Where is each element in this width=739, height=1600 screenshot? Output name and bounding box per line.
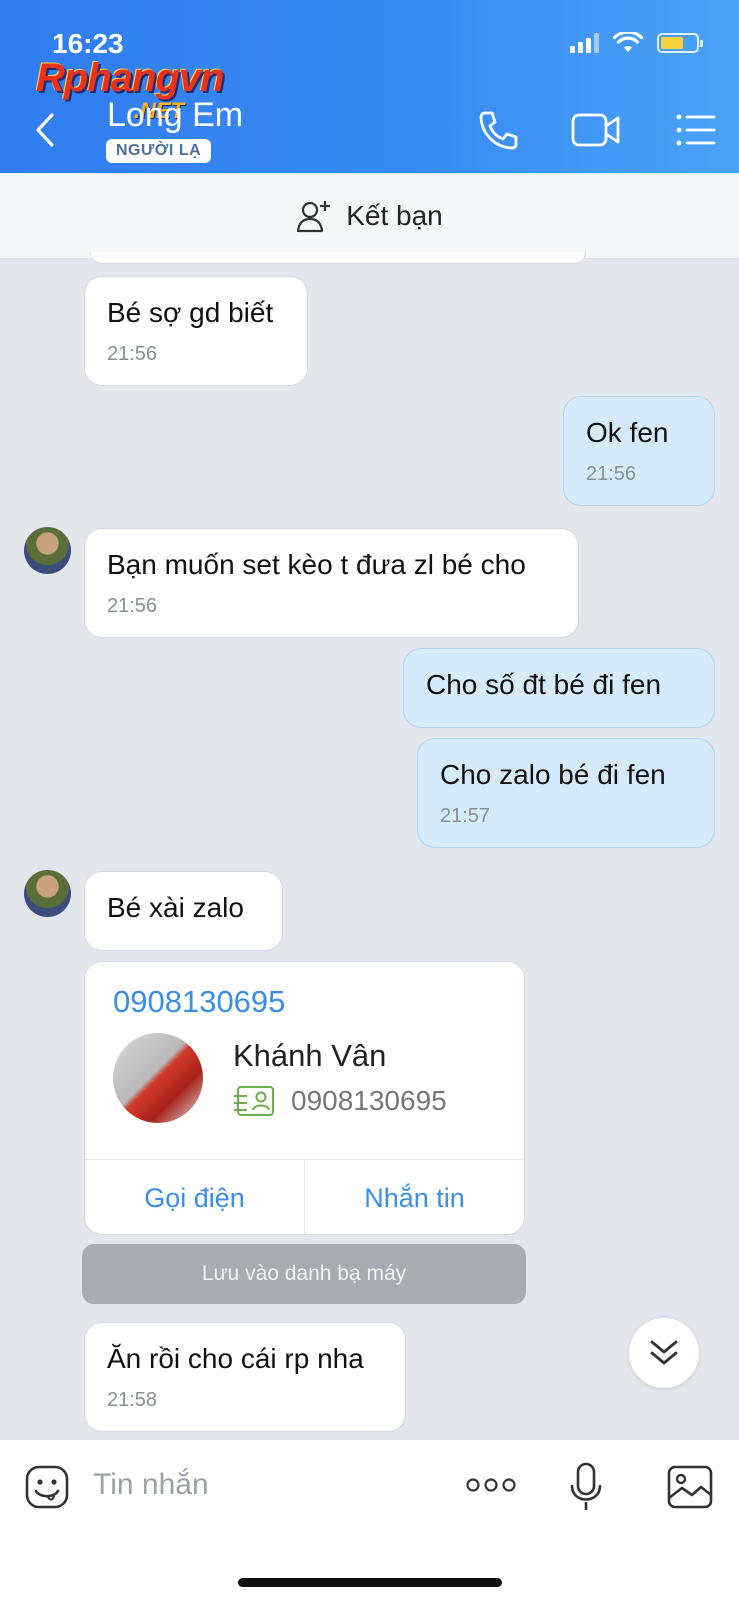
- image-icon[interactable]: [666, 1464, 714, 1510]
- more-options-icon[interactable]: [465, 1476, 517, 1494]
- message-bubble-outgoing[interactable]: Cho zalo bé đi fen 21:57: [417, 738, 715, 848]
- message-bubble-incoming[interactable]: Bé sợ gd biết 21:56: [84, 276, 308, 386]
- stranger-badge: NGƯỜI LẠ: [106, 139, 212, 163]
- add-friend-icon: [297, 200, 331, 232]
- call-button[interactable]: Gọi điện: [85, 1160, 305, 1234]
- contact-avatar: [113, 1033, 203, 1123]
- message-time: 21:56: [107, 343, 158, 365]
- contact-name: Khánh Vân: [233, 1038, 387, 1073]
- sender-avatar[interactable]: [24, 870, 71, 917]
- chat-header: 16:23 Rphangvn .NET Long Em NGƯỜI LẠ: [0, 0, 739, 173]
- message-input[interactable]: Tin nhắn: [93, 1468, 209, 1502]
- contact-phone: 0908130695: [291, 1085, 447, 1116]
- message-text: Bé xài zalo: [107, 892, 244, 923]
- video-call-icon[interactable]: [570, 108, 622, 152]
- contact-card-actions: Gọi điện Nhắn tin: [85, 1159, 524, 1234]
- status-icons: [570, 32, 703, 54]
- save-to-contacts-button[interactable]: Lưu vào danh bạ máy: [82, 1244, 526, 1304]
- add-friend-label: Kết bạn: [346, 199, 443, 231]
- contact-card-phone-title[interactable]: 0908130695: [113, 984, 285, 1020]
- back-icon[interactable]: [30, 110, 60, 150]
- message-text: Bạn muốn set kèo t đưa zl bé cho: [107, 549, 526, 580]
- message-button[interactable]: Nhắn tin: [305, 1160, 524, 1234]
- message-bubble-outgoing[interactable]: Ok fen 21:56: [563, 396, 715, 506]
- phone-icon[interactable]: [476, 108, 520, 152]
- message-bubble-outgoing[interactable]: Cho số đt bé đi fen: [403, 648, 715, 728]
- scroll-to-bottom-button[interactable]: [629, 1318, 699, 1388]
- message-text: Bé sợ gd biết: [107, 297, 274, 328]
- previous-message-edge: [90, 252, 586, 264]
- message-bubble-incoming[interactable]: Bé xài zalo: [84, 871, 283, 951]
- home-indicator: [238, 1578, 502, 1587]
- menu-icon[interactable]: [674, 108, 718, 152]
- battery-icon: [657, 33, 703, 53]
- message-text: Ăn rồi cho cái rp nha: [107, 1343, 364, 1374]
- microphone-icon[interactable]: [569, 1462, 603, 1512]
- double-chevron-down-icon: [650, 1340, 678, 1365]
- message-text: Ok fen: [586, 417, 669, 448]
- message-input-bar: Tin nhắn: [0, 1440, 739, 1600]
- sender-avatar[interactable]: [24, 527, 71, 574]
- watermark-logo: Rphangvn: [36, 56, 225, 100]
- message-bubble-incoming[interactable]: Ăn rồi cho cái rp nha 21:58: [84, 1322, 406, 1432]
- message-time: 21:56: [586, 463, 637, 485]
- wifi-icon: [613, 32, 643, 52]
- message-time: 21:58: [107, 1389, 158, 1411]
- add-friend-button[interactable]: Kết bạn: [0, 173, 739, 259]
- sticker-icon[interactable]: [24, 1464, 70, 1510]
- message-time: 21:56: [107, 595, 158, 617]
- id-card-icon: [234, 1086, 274, 1116]
- message-text: Cho số đt bé đi fen: [426, 669, 662, 700]
- contact-card[interactable]: 0908130695 Khánh Vân 0908130695 Gọi điện…: [84, 961, 525, 1235]
- message-text: Cho zalo bé đi fen: [440, 759, 666, 790]
- message-bubble-incoming[interactable]: Bạn muốn set kèo t đưa zl bé cho 21:56: [84, 528, 579, 638]
- contact-title[interactable]: Long Em: [107, 96, 243, 135]
- message-time: 21:57: [440, 805, 491, 827]
- contact-phone-row: 0908130695: [233, 1085, 447, 1117]
- signal-icon: [570, 33, 599, 53]
